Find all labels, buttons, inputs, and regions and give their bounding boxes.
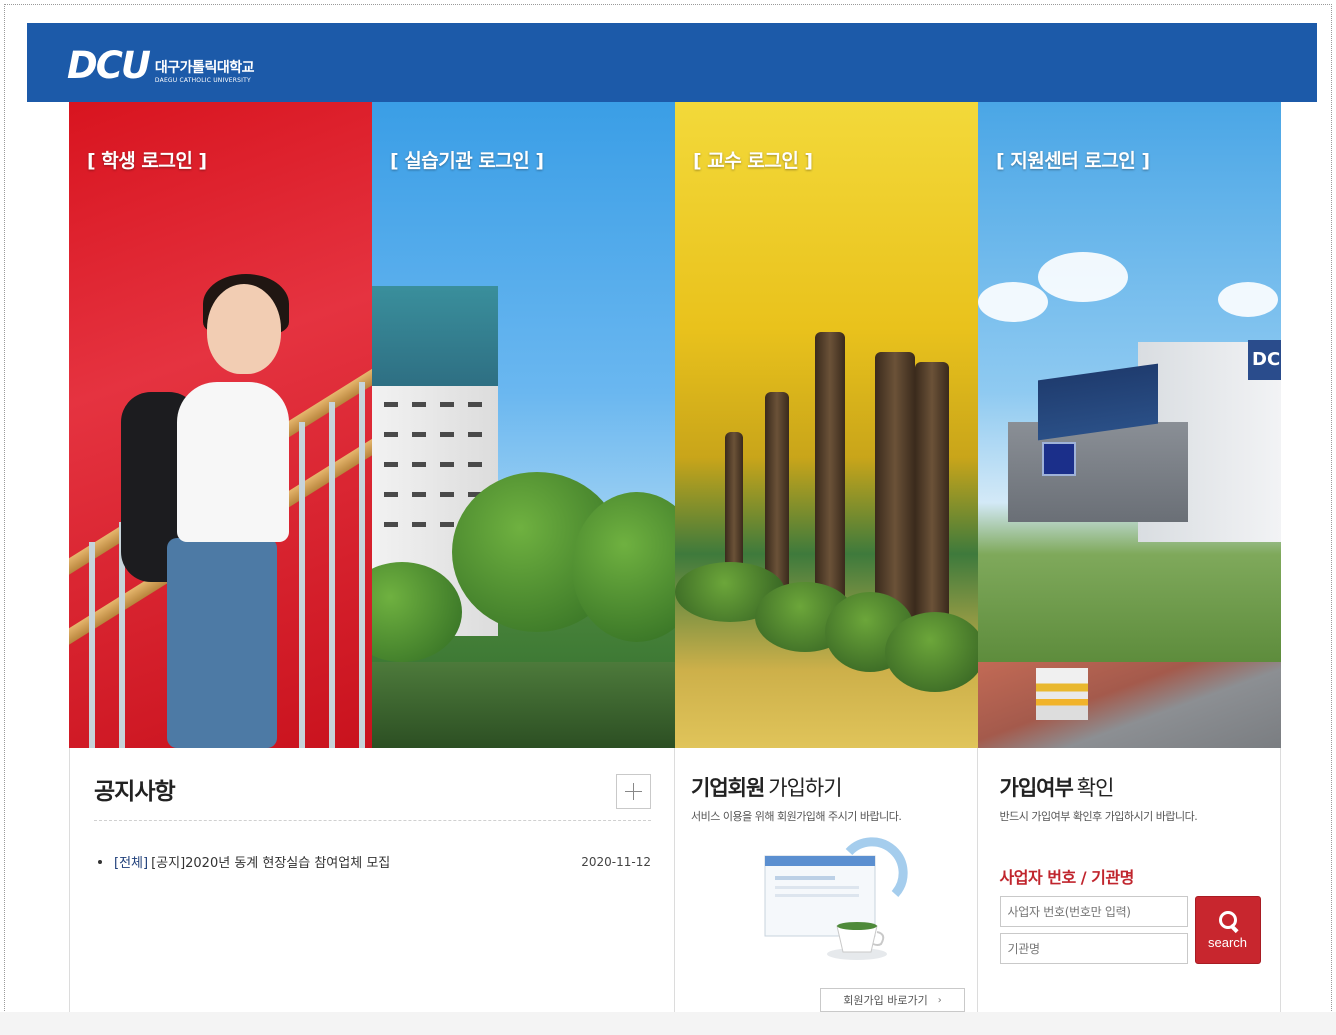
window [384, 492, 398, 497]
check-title-light: 확인 [1076, 776, 1115, 800]
site-header: DCU 대구가톨릭대학교 DAEGU CATHOLIC UNIVERSITY [27, 23, 1317, 102]
notice-box: 공지사항 [전체] [공지]2020년 동계 현장실습 참여업체 모집 2020… [70, 748, 675, 1012]
professor-login-panel[interactable]: [ 교수 로그인 ] [675, 102, 978, 748]
notice-subject: [공지]2020년 동계 현장실습 참여업체 모집 [151, 856, 391, 871]
notice-category: [전체] [114, 856, 149, 871]
join-title: 기업회원 가입하기 [691, 772, 843, 802]
bollard [1036, 668, 1088, 720]
bottom-strip [0, 1012, 1336, 1035]
join-title-light: 가입하기 [768, 776, 842, 800]
support-center-login-panel[interactable]: DC [ 지원센터 로그인 ] [978, 102, 1281, 748]
window [440, 402, 454, 407]
join-illustration-icon [764, 837, 908, 960]
login-panels: [ 학생 로그인 ] [ 실습기관 로그인 ] [교수 로그인] DC [… [69, 102, 1281, 748]
check-subtitle: 반드시 가입여부 확인후 가입하시기 바랍니다. [999, 810, 1198, 823]
building-glass-top [372, 286, 498, 386]
window [440, 522, 454, 527]
institution-name-input[interactable] [999, 933, 1188, 964]
search-icon [1217, 910, 1239, 932]
bottom-section: 공지사항 [전체] [공지]2020년 동계 현장실습 참여업체 모집 2020… [69, 748, 1281, 1012]
check-title-bold: 가입여부 [999, 776, 1074, 800]
logo-text: 대구가톨릭대학교 DAEGU CATHOLIC UNIVERSITY [154, 60, 255, 84]
notice-title: 공지사항 [94, 779, 176, 805]
logo-mark: DCU [67, 44, 151, 87]
dcu-logo[interactable]: DCU 대구가톨릭대학교 DAEGU CATHOLIC UNIVERSITY [67, 47, 254, 84]
window [468, 462, 482, 467]
business-number-input[interactable] [999, 896, 1188, 927]
join-title-bold: 기업회원 [691, 776, 765, 800]
window [468, 402, 482, 407]
window [412, 462, 426, 467]
building-clock [1042, 442, 1076, 476]
pond [372, 662, 675, 748]
shirt [177, 382, 289, 542]
rail-bar [329, 402, 335, 748]
notice-date: 2020-11-12 [581, 854, 651, 869]
window [412, 492, 426, 497]
building-sign: DC [1248, 340, 1281, 380]
chevron-right-icon: › [937, 994, 942, 1006]
window [412, 522, 426, 527]
window [384, 402, 398, 407]
bullet-icon [98, 859, 102, 864]
search-button[interactable]: search [1194, 896, 1261, 964]
professor-login-title: [ 교수 로그인 ] [693, 150, 813, 172]
window [384, 432, 398, 437]
road [978, 662, 1281, 748]
logo-korean-name: 대구가톨릭대학교 [154, 60, 255, 76]
building-base [1008, 422, 1188, 522]
logo-english-name: DAEGU CATHOLIC UNIVERSITY [154, 77, 251, 84]
cloud [1218, 282, 1278, 317]
join-subtitle: 서비스 이용을 위해 회원가입해 주시기 바랍니다. [691, 810, 902, 823]
window [440, 432, 454, 437]
window [412, 432, 426, 437]
support-center-login-title: [ 지원센터 로그인 ] [996, 150, 1150, 172]
hedge [885, 612, 978, 692]
window [440, 462, 454, 467]
window [412, 402, 426, 407]
window [384, 462, 398, 467]
check-label: 사업자 번호 / 기관명 [999, 868, 1135, 887]
rail-bar [89, 542, 95, 748]
notice-more-button[interactable] [616, 774, 651, 809]
join-shortcut-label: 회원가입 바로가기 [843, 994, 928, 1007]
company-join-box: 기업회원 가입하기 서비스 이용을 위해 회원가입해 주시기 바랍니다. 회원가입… [675, 748, 978, 1012]
cloud [978, 282, 1048, 322]
institution-login-title: [ 실습기관 로그인 ] [390, 150, 544, 172]
tree-trunk [815, 332, 845, 612]
window [468, 432, 482, 437]
jeans [167, 538, 277, 748]
window [440, 492, 454, 497]
notice-item[interactable]: [전체] [공지]2020년 동계 현장실습 참여업체 모집 2020-11-1… [98, 852, 651, 871]
membership-check-box: 가입여부 확인 반드시 가입여부 확인후 가입하시기 바랍니다. 사업자 번호 /… [978, 748, 1281, 1012]
join-shortcut-button[interactable]: 회원가입 바로가기 › [820, 988, 965, 1012]
cloud [1038, 252, 1128, 302]
student-login-title: [ 학생 로그인 ] [87, 150, 207, 172]
student-face [207, 284, 281, 374]
check-title: 가입여부 확인 [999, 772, 1115, 802]
rail-bar [299, 422, 305, 748]
student-login-panel[interactable]: [ 학생 로그인 ] [69, 102, 372, 748]
search-button-label: search [1207, 935, 1248, 950]
institution-login-panel[interactable]: [ 실습기관 로그인 ] [372, 102, 675, 748]
window [384, 522, 398, 527]
notice-divider [94, 820, 651, 821]
rail-bar [359, 382, 365, 748]
